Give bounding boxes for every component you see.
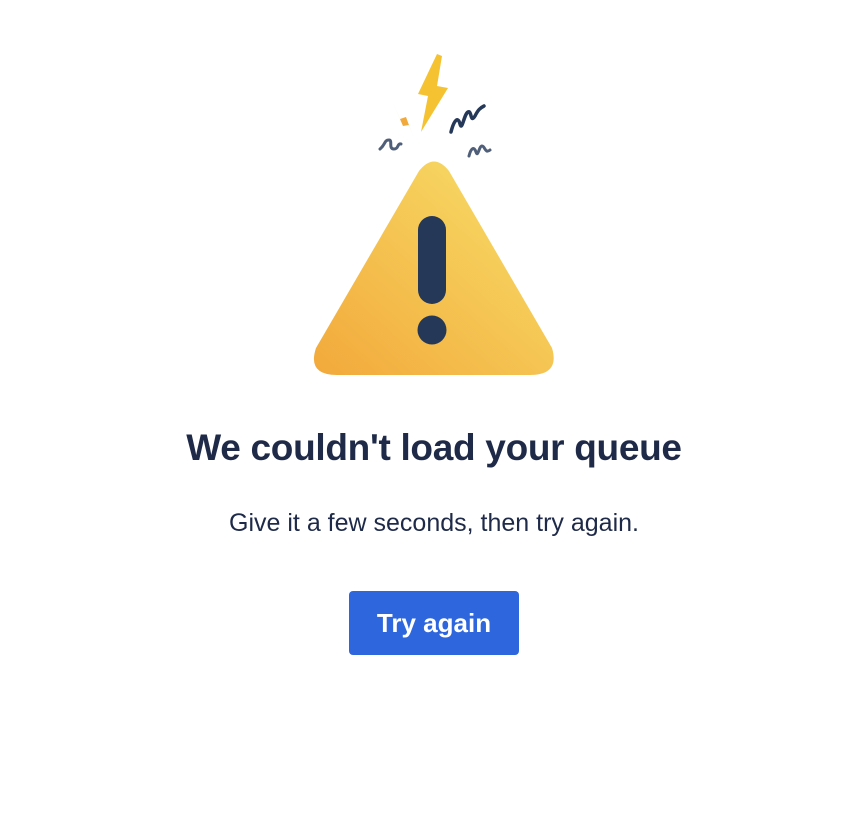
error-page: We couldn't load your queue Give it a fe… [0,0,844,836]
squiggle-right-bottom-icon [467,144,492,158]
squiggle-right-top-icon [449,104,486,134]
error-illustration [300,48,570,383]
lightning-bolt-icon [418,54,448,132]
squiggle-left-icon [378,138,403,151]
try-again-button[interactable]: Try again [349,591,519,655]
small-lightning-bolt-icon [393,103,413,136]
exclamation-bar-icon [418,216,446,304]
exclamation-dot-icon [417,315,447,345]
error-title: We couldn't load your queue [186,427,682,468]
warning-illustration-icon [313,54,554,375]
error-message: Give it a few seconds, then try again. [229,509,639,537]
